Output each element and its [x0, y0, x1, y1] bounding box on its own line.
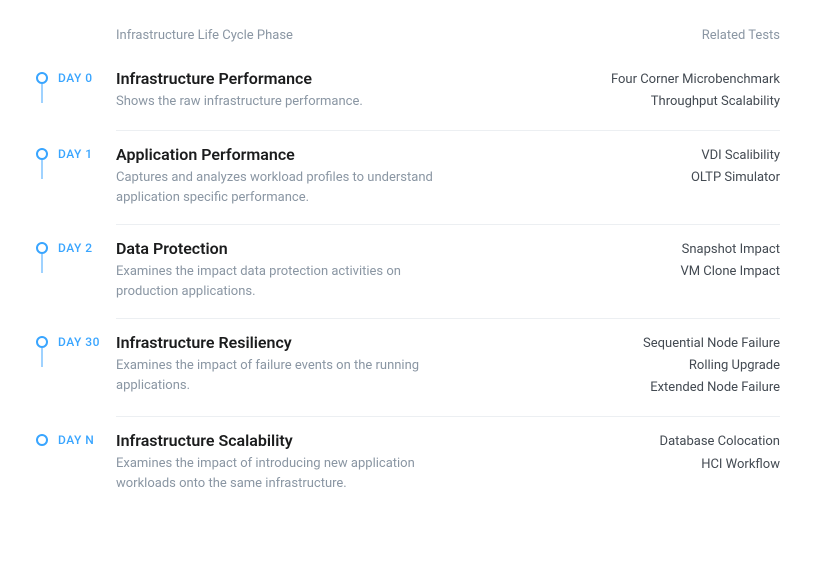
phase-description: Captures and analyzes workload profiles … — [116, 168, 436, 207]
phase-title: Infrastructure Performance — [116, 69, 550, 88]
header-right-label: Related Tests — [702, 28, 780, 43]
phase-title: Data Protection — [116, 239, 550, 258]
phase-description: Examines the impact of introducing new a… — [116, 454, 436, 493]
timeline-connector — [41, 84, 43, 103]
header-left-label: Infrastructure Life Cycle Phase — [116, 28, 293, 43]
phase-description: Examines the impact of failure events on… — [116, 356, 436, 395]
header-row: Infrastructure Life Cycle Phase Related … — [36, 28, 780, 43]
related-test: VM Clone Impact — [570, 261, 780, 283]
timeline-connector — [41, 254, 43, 273]
day-label: DAY 2 — [58, 241, 93, 255]
timeline-marker-icon — [36, 434, 48, 446]
tests-col: Four Corner Microbenchmark Throughput Sc… — [570, 69, 780, 113]
phase-row: DAY N Infrastructure Scalability Examine… — [36, 417, 780, 511]
timeline-marker-icon — [36, 336, 48, 348]
related-test: Four Corner Microbenchmark — [570, 69, 780, 91]
timeline-connector — [41, 348, 43, 367]
related-test: HCI Workflow — [570, 454, 780, 476]
related-test: Sequential Node Failure — [570, 333, 780, 355]
day-col: DAY 30 — [36, 333, 116, 349]
phase-title: Infrastructure Resiliency — [116, 333, 550, 352]
day-col: DAY 2 — [36, 239, 116, 255]
phase-col: Data Protection Examines the impact data… — [116, 239, 570, 301]
related-test: Rolling Upgrade — [570, 355, 780, 377]
day-col: DAY N — [36, 431, 116, 447]
tests-col: Database Colocation HCI Workflow — [570, 431, 780, 475]
phase-description: Shows the raw infrastructure performance… — [116, 92, 436, 112]
timeline: DAY 0 Infrastructure Performance Shows t… — [36, 65, 780, 511]
day-label: DAY N — [58, 433, 94, 447]
day-col: DAY 1 — [36, 145, 116, 161]
day-label: DAY 1 — [58, 147, 93, 161]
related-test: Throughput Scalability — [570, 91, 780, 113]
phase-title: Application Performance — [116, 145, 550, 164]
phase-row: DAY 30 Infrastructure Resiliency Examine… — [36, 319, 780, 417]
tests-col: VDI Scalibility OLTP Simulator — [570, 145, 780, 189]
phase-row: DAY 1 Application Performance Captures a… — [36, 131, 780, 225]
day-label: DAY 30 — [58, 335, 100, 349]
phase-col: Infrastructure Performance Shows the raw… — [116, 69, 570, 112]
timeline-connector — [41, 160, 43, 179]
related-test: Extended Node Failure — [570, 377, 780, 399]
phase-title: Infrastructure Scalability — [116, 431, 550, 450]
phase-description: Examines the impact data protection acti… — [116, 262, 436, 301]
day-col: DAY 0 — [36, 69, 116, 85]
timeline-marker-icon — [36, 242, 48, 254]
phase-col: Infrastructure Resiliency Examines the i… — [116, 333, 570, 395]
related-test: VDI Scalibility — [570, 145, 780, 167]
related-test: OLTP Simulator — [570, 167, 780, 189]
tests-col: Sequential Node Failure Rolling Upgrade … — [570, 333, 780, 399]
timeline-marker-icon — [36, 72, 48, 84]
phase-col: Infrastructure Scalability Examines the … — [116, 431, 570, 493]
related-test: Snapshot Impact — [570, 239, 780, 261]
related-test: Database Colocation — [570, 431, 780, 453]
diagram-wrap: Infrastructure Life Cycle Phase Related … — [0, 0, 816, 531]
phase-row: DAY 2 Data Protection Examines the impac… — [36, 225, 780, 319]
tests-col: Snapshot Impact VM Clone Impact — [570, 239, 780, 283]
day-label: DAY 0 — [58, 71, 93, 85]
timeline-marker-icon — [36, 148, 48, 160]
phase-row: DAY 0 Infrastructure Performance Shows t… — [36, 65, 780, 131]
phase-col: Application Performance Captures and ana… — [116, 145, 570, 207]
